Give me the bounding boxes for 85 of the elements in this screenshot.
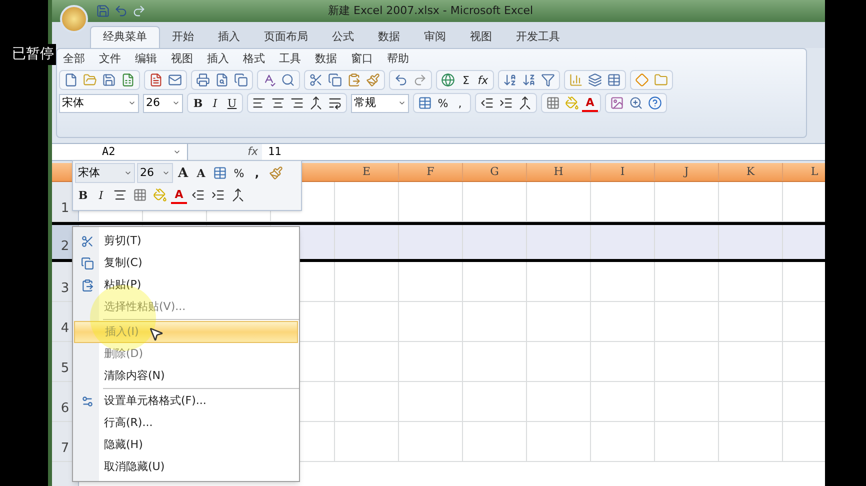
mouse-pointer-icon: [148, 326, 164, 342]
brush-icon[interactable]: [267, 164, 285, 182]
percent-button[interactable]: %: [231, 164, 247, 182]
caret-icon: [162, 169, 170, 177]
help-icon[interactable]: [646, 94, 664, 112]
comma-button[interactable]: ,: [452, 94, 468, 112]
copy-icon[interactable]: [232, 71, 250, 89]
zoom-icon[interactable]: [627, 94, 645, 112]
font-name: 宋体: [62, 94, 84, 111]
grow-font-button[interactable]: A: [175, 164, 191, 182]
border-icon[interactable]: [131, 186, 149, 204]
window-title: 新建 Excel 2007.xlsx - Microsoft Excel: [328, 2, 534, 19]
column-header[interactable]: H: [527, 163, 591, 181]
border-icon[interactable]: [544, 94, 562, 112]
ribbon-tab[interactable]: 审阅: [412, 26, 458, 48]
menu-item[interactable]: 全部: [63, 50, 85, 68]
caret-icon: [124, 169, 132, 177]
ribbon-tab[interactable]: 经典菜单: [90, 26, 160, 48]
search-icon[interactable]: [279, 71, 297, 89]
diamond-icon[interactable]: [633, 71, 651, 89]
caret-icon: [173, 148, 181, 156]
filter-icon[interactable]: [539, 71, 557, 89]
save-icon[interactable]: [100, 71, 118, 89]
column-header[interactable]: E: [335, 163, 399, 181]
percent-button[interactable]: %: [435, 94, 451, 112]
globe-icon[interactable]: [439, 71, 457, 89]
font-name-field[interactable]: 宋体: [59, 94, 139, 112]
clipboard-icon: [80, 278, 94, 292]
column-header[interactable]: L: [783, 163, 825, 181]
font-size: 26: [140, 164, 154, 181]
menu-item[interactable]: 文件: [99, 50, 121, 68]
font-size-field[interactable]: 26: [137, 163, 173, 183]
caret-icon: [398, 99, 406, 107]
layers-icon[interactable]: [586, 71, 604, 89]
scissors-icon: [80, 234, 94, 248]
table-icon[interactable]: [605, 71, 623, 89]
picture-icon[interactable]: [608, 94, 626, 112]
copy-icon[interactable]: [326, 71, 344, 89]
bold-button[interactable]: B: [190, 94, 206, 112]
save-icon[interactable]: [94, 2, 112, 20]
caret-icon: [172, 99, 180, 107]
ribbon-tab[interactable]: 公式: [320, 26, 366, 48]
column-header[interactable]: J: [655, 163, 719, 181]
fill-color-icon[interactable]: [151, 186, 169, 204]
italic-button[interactable]: I: [207, 94, 223, 112]
menu-item[interactable]: 窗口: [351, 50, 373, 68]
menu-item[interactable]: 数据: [315, 50, 337, 68]
cell-reference: A2: [102, 144, 116, 160]
ribbon-tab[interactable]: 开发工具: [504, 26, 572, 48]
comma-button[interactable]: ,: [249, 164, 265, 182]
paused-label: 已暂停: [10, 44, 56, 65]
number-format-field[interactable]: 常规: [351, 94, 409, 112]
ribbon-tab[interactable]: 视图: [458, 26, 504, 48]
brush-icon[interactable]: [364, 71, 382, 89]
font-name-field[interactable]: 宋体: [75, 163, 135, 183]
font-size: 26: [146, 94, 160, 111]
menu-item[interactable]: 视图: [171, 50, 193, 68]
print-icon[interactable]: [194, 71, 212, 89]
ribbon-tab[interactable]: 数据: [366, 26, 412, 48]
shrink-font-button[interactable]: A: [193, 164, 209, 182]
sum-button[interactable]: Σ: [458, 71, 474, 89]
menu-item[interactable]: 插入: [207, 50, 229, 68]
function-label[interactable]: fx: [248, 144, 258, 160]
column-header[interactable]: I: [591, 163, 655, 181]
caret-icon: [128, 99, 136, 107]
column-header[interactable]: G: [463, 163, 527, 181]
ribbon-tab[interactable]: 开始: [160, 26, 206, 48]
underline-button[interactable]: U: [224, 94, 240, 112]
column-header[interactable]: F: [399, 163, 463, 181]
column-header[interactable]: K: [719, 163, 783, 181]
function-button[interactable]: fx: [475, 71, 491, 89]
font-color-button[interactable]: A: [171, 186, 187, 204]
menu-item[interactable]: 工具: [279, 50, 301, 68]
fill-color-icon[interactable]: [563, 94, 581, 112]
menu-item[interactable]: 编辑: [135, 50, 157, 68]
font-name: 宋体: [78, 164, 100, 181]
ribbon-tab[interactable]: 页面布局: [252, 26, 320, 48]
menu-item[interactable]: 帮助: [387, 50, 409, 68]
ribbon-tab[interactable]: 插入: [206, 26, 252, 48]
font-size-field[interactable]: 26: [143, 94, 183, 112]
copy-icon: [80, 256, 94, 270]
italic-button[interactable]: I: [93, 186, 109, 204]
menu-item[interactable]: 格式: [243, 50, 265, 68]
formula-field[interactable]: 11: [262, 144, 825, 160]
number-format: 常规: [354, 94, 376, 111]
